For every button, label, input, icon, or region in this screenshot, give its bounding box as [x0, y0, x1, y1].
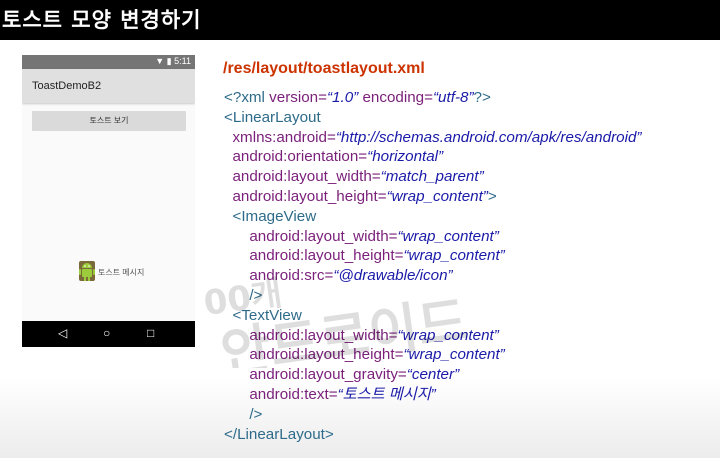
code-token: android:layout_height=	[249, 247, 404, 265]
code-token: android:layout_gravity=	[249, 366, 407, 384]
code-token: android:src=	[249, 267, 334, 285]
code-token: “http://schemas.android.com/apk/res/andr…	[335, 128, 642, 146]
code-token: <LinearLayout	[224, 108, 321, 126]
toast-text: 토스트 메시지	[98, 267, 145, 277]
app-bar: ToastDemoB2	[22, 69, 195, 103]
code-token: “wrap_content”	[386, 187, 488, 205]
code-token: android:orientation=	[232, 148, 368, 166]
navigation-bar: ◁ ○ □	[22, 321, 195, 347]
status-time: 5:11	[174, 56, 191, 66]
code-token: <ImageView	[232, 207, 317, 225]
code-token: />	[249, 286, 263, 304]
code-token: android:text=	[249, 385, 338, 403]
code-token: android:layout_height=	[232, 187, 387, 205]
code-token: android:layout_width=	[249, 326, 398, 344]
home-icon[interactable]: ○	[103, 326, 110, 340]
code-token: android:layout_width=	[232, 168, 381, 186]
code-token: “utf-8”	[433, 89, 474, 106]
phone-screen: ▼ ▮ 5:11 ToastDemoB2 토스트 보기 토스트 메시지 ◁ ○ …	[22, 55, 195, 347]
code-token: android:layout_height=	[249, 346, 404, 364]
code-token: “center”	[406, 366, 460, 384]
code-token: “wrap_content”	[397, 227, 499, 245]
back-icon[interactable]: ◁	[58, 326, 67, 340]
code-token: encoding=	[362, 89, 433, 106]
code-token: “토스트 메시지”	[337, 385, 436, 403]
code-token: “horizontal”	[367, 148, 444, 166]
app-title: ToastDemoB2	[32, 80, 102, 92]
slide-title: 토스트 모양 변경하기	[2, 8, 202, 32]
status-icons: ▼ ▮ 5:11	[155, 56, 191, 67]
wifi-icon: ▼	[155, 56, 165, 66]
code-token: version=	[269, 89, 327, 106]
code-token: />	[249, 405, 263, 423]
code-token: </LinearLayout>	[224, 425, 334, 443]
battery-icon: ▮	[166, 56, 172, 66]
file-path-heading: /res/layout/toastlayout.xml	[223, 60, 425, 77]
code-token: <TextView	[232, 306, 302, 324]
xml-code-block: <?xml version=“1.0” encoding=“utf-8”?> <…	[224, 88, 641, 444]
code-token: “1.0”	[327, 89, 359, 106]
code-token: “wrap_content”	[397, 326, 499, 344]
code-token: xmlns:android=	[232, 128, 336, 146]
code-token: android:layout_width=	[249, 227, 398, 245]
status-bar: ▼ ▮ 5:11	[22, 55, 195, 69]
code-token: >	[487, 187, 497, 205]
code-token: “match_parent”	[380, 168, 484, 186]
recent-apps-icon[interactable]: □	[147, 326, 154, 340]
title-bar: 토스트 모양 변경하기	[0, 0, 720, 40]
toast-message: 토스트 메시지	[77, 261, 144, 285]
show-toast-button[interactable]: 토스트 보기	[32, 111, 186, 131]
code-token: “wrap_content”	[403, 346, 505, 364]
android-icon	[77, 261, 97, 283]
code-token: ?>	[473, 89, 491, 106]
code-token: “wrap_content”	[403, 247, 505, 265]
code-token: “@drawable/icon”	[333, 267, 453, 285]
code-token: <?xml	[224, 89, 270, 106]
